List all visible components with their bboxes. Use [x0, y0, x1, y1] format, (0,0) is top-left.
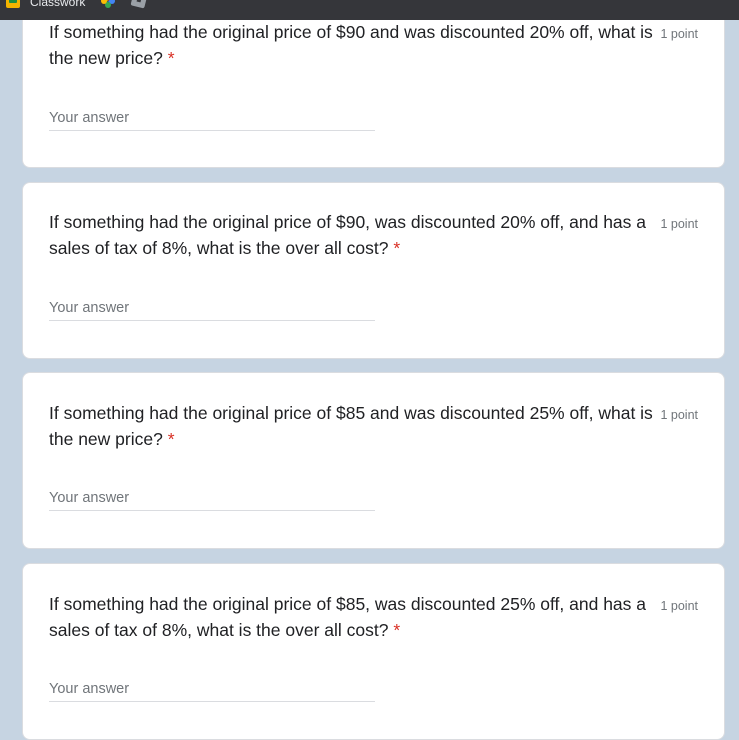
answer-input[interactable] — [49, 486, 375, 511]
points-label: 1 point — [660, 27, 698, 41]
answer-input[interactable] — [49, 106, 375, 131]
question-text: If something had the original price of $… — [49, 212, 647, 258]
required-marker: * — [167, 429, 175, 449]
question-title: If something had the original price of $… — [49, 591, 659, 643]
google-photos-icon[interactable] — [100, 0, 116, 9]
question-card-3: If something had the original price of $… — [22, 372, 725, 549]
points-label: 1 point — [660, 217, 698, 231]
question-text: If something had the original price of $… — [49, 403, 653, 449]
bookmarks-bar: Classwork — [0, 0, 739, 20]
required-marker: * — [167, 48, 175, 68]
roblox-icon[interactable] — [130, 0, 148, 9]
question-card-1: If something had the original price of $… — [22, 0, 725, 168]
answer-input[interactable] — [49, 677, 375, 702]
question-card-4: If something had the original price of $… — [22, 563, 725, 740]
question-title: If something had the original price of $… — [49, 400, 659, 452]
question-text: If something had the original price of $… — [49, 22, 653, 68]
question-title: If something had the original price of $… — [49, 209, 659, 261]
answer-input[interactable] — [49, 296, 375, 321]
points-label: 1 point — [660, 599, 698, 613]
bookmark-classwork-label[interactable]: Classwork — [30, 0, 85, 9]
required-marker: * — [393, 238, 401, 258]
classroom-icon[interactable] — [6, 0, 20, 8]
question-title: If something had the original price of $… — [49, 19, 659, 71]
points-label: 1 point — [660, 408, 698, 422]
question-card-2: If something had the original price of $… — [22, 182, 725, 359]
question-text: If something had the original price of $… — [49, 594, 647, 640]
required-marker: * — [393, 620, 401, 640]
